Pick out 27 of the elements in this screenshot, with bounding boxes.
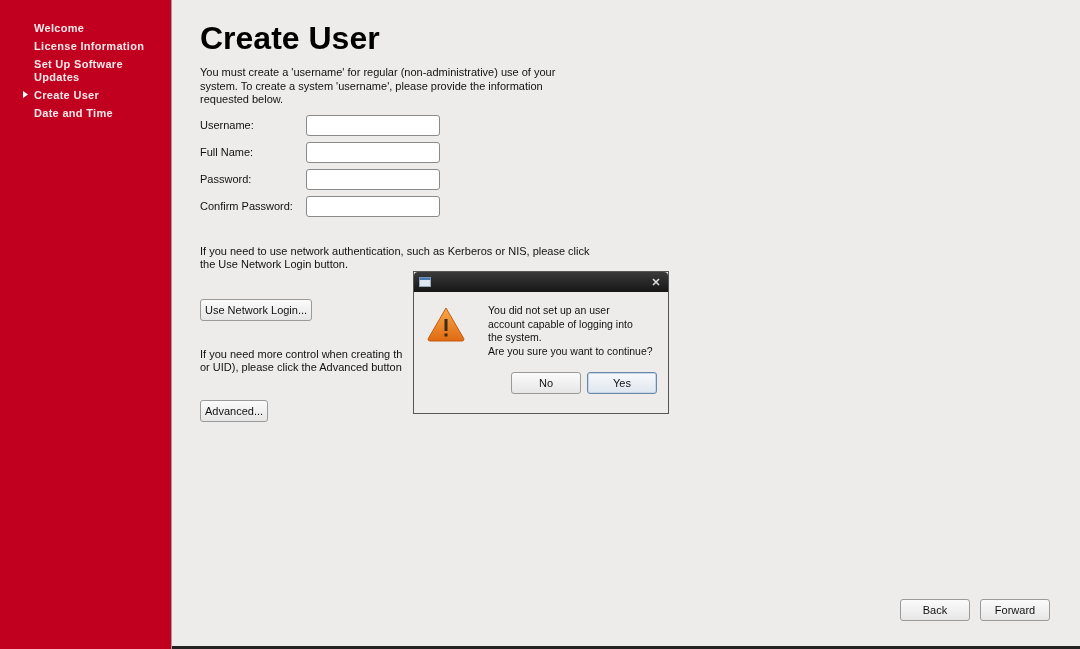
advanced-button[interactable]: Advanced... bbox=[200, 399, 269, 422]
nav-button[interactable]: Back bbox=[900, 598, 970, 621]
network-login-button[interactable]: Use Network Login... bbox=[200, 298, 313, 321]
input-field[interactable] bbox=[306, 195, 440, 217]
field-label: Confirm Password: bbox=[200, 200, 294, 212]
nav-button[interactable]: Forward bbox=[980, 598, 1050, 621]
close-icon[interactable] bbox=[652, 278, 660, 286]
sidebar-item[interactable]: License Information bbox=[34, 40, 159, 53]
field-label: Password: bbox=[200, 173, 253, 185]
input-field[interactable] bbox=[306, 168, 440, 190]
field-label: Full Name: bbox=[200, 146, 255, 158]
sidebar-item[interactable]: Welcome bbox=[34, 22, 159, 35]
page-title: Create User bbox=[200, 20, 380, 56]
sidebar-item[interactable]: Set Up Software Updates bbox=[34, 58, 159, 84]
dialog-message: You did not set up an user account capable of logging into the system. Are you sure you want to continue? bbox=[488, 304, 653, 358]
network-text: If you need to use network authentication, such as Kerberos or NIS, please click the Use Network Login button. bbox=[200, 244, 590, 271]
sidebar-item[interactable]: Create User bbox=[34, 89, 159, 102]
window-icon bbox=[419, 277, 431, 287]
field-label: Username: bbox=[200, 119, 255, 131]
input-field[interactable] bbox=[306, 141, 440, 163]
warning-icon bbox=[426, 306, 466, 342]
dialog-button[interactable]: No bbox=[511, 372, 581, 394]
dialog-button[interactable]: Yes bbox=[587, 372, 657, 394]
input-field[interactable] bbox=[306, 114, 440, 136]
advanced-text: If you need more control when creating th or UID), please click the Advanced button bbox=[200, 347, 403, 375]
sidebar-item[interactable]: Date and Time bbox=[34, 107, 159, 120]
intro-text: You must create a 'username' for regular (non-administrative) use of your system. To create a system 'username', please provide the information requested below. bbox=[200, 66, 556, 107]
